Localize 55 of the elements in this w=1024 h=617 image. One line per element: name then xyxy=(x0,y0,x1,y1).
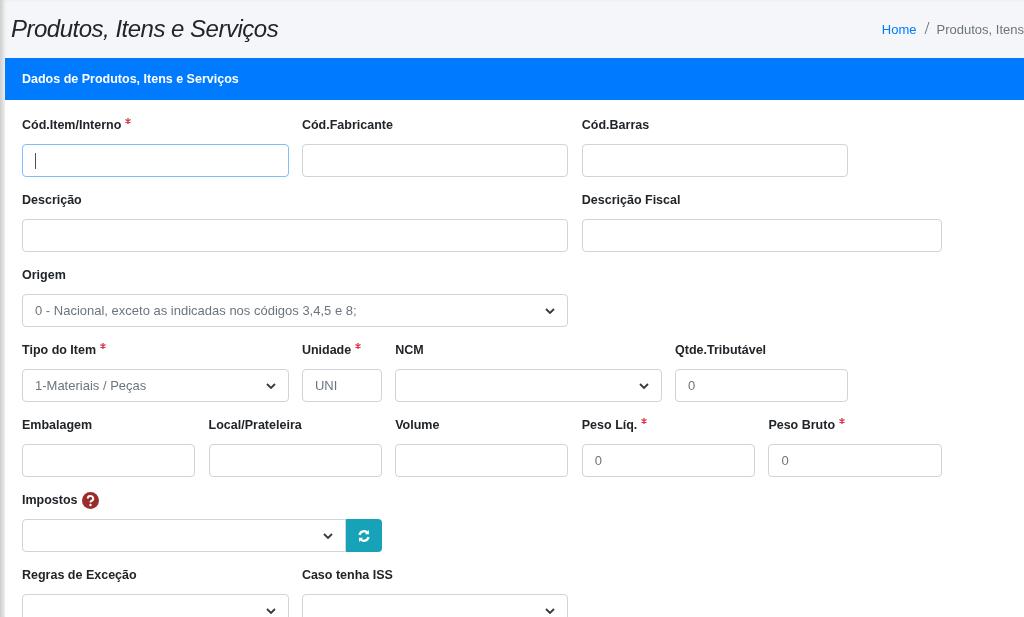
chevron-down-icon xyxy=(322,532,333,539)
chevron-down-icon xyxy=(265,607,276,614)
page-title: Produtos, Itens e Serviços xyxy=(11,15,279,43)
field-label: NCM xyxy=(395,343,424,357)
text-field[interactable] xyxy=(581,144,849,177)
required-asterisk-icon xyxy=(839,418,846,424)
field-label: Caso tenha ISS xyxy=(301,568,393,582)
text-field[interactable]: 0 xyxy=(675,369,849,402)
field-label: Qtde.Tributável xyxy=(675,343,767,357)
field-label: Descrição xyxy=(22,193,82,207)
text-field[interactable] xyxy=(395,444,569,477)
text-field[interactable]: UNI xyxy=(301,369,382,402)
chevron-down-icon xyxy=(638,382,649,389)
field-label: Descrição Fiscal xyxy=(581,193,681,207)
card-title: Dados de Produtos, Itens e Serviços xyxy=(22,72,239,86)
field-label: Impostos xyxy=(22,493,78,507)
select-field[interactable]: 1-Materiais / Peças xyxy=(22,369,289,402)
select-field[interactable] xyxy=(301,594,569,617)
text-field[interactable] xyxy=(208,444,382,477)
select-field[interactable] xyxy=(22,519,346,552)
breadcrumb-link[interactable]: Home xyxy=(881,21,917,37)
refresh-icon xyxy=(356,528,371,543)
required-asterisk-icon xyxy=(125,118,132,124)
field-label: Cód.Fabricante xyxy=(301,118,393,132)
field-label: Peso Líq. xyxy=(581,418,638,432)
field-label: Volume xyxy=(395,418,440,432)
select-field[interactable]: 0 - Nacional, exceto as indicadas nos códigos 3,4,5 e 8; xyxy=(22,294,569,327)
field-label: Tipo do Item xyxy=(22,343,97,357)
required-asterisk-icon xyxy=(641,418,648,424)
chevron-down-icon xyxy=(545,307,556,314)
field-label: Cód.Barras xyxy=(581,118,650,132)
text-field[interactable]: 0 xyxy=(581,444,756,477)
text-field[interactable]: 0 xyxy=(768,444,942,477)
required-asterisk-icon xyxy=(100,343,107,349)
breadcrumb-separator-icon xyxy=(923,21,930,37)
refresh-button[interactable] xyxy=(345,519,382,552)
select-field[interactable] xyxy=(395,369,662,402)
field-label: Cód.Item/Interno xyxy=(22,118,122,132)
text-field[interactable] xyxy=(301,144,569,177)
breadcrumb-current: Produtos, Itens xyxy=(936,21,1024,37)
text-field[interactable] xyxy=(581,219,942,252)
help-icon[interactable] xyxy=(81,491,99,509)
field-label: Unidade xyxy=(301,343,352,357)
chevron-down-icon xyxy=(545,607,556,614)
required-asterisk-icon xyxy=(355,343,362,349)
field-label: Peso Bruto xyxy=(768,418,836,432)
text-cursor xyxy=(35,152,36,169)
chevron-down-icon xyxy=(265,382,276,389)
field-label: Embalagem xyxy=(22,418,93,432)
field-label: Local/Prateleira xyxy=(208,418,302,432)
field-label: Origem xyxy=(22,268,66,282)
field-label: Regras de Exceção xyxy=(22,568,137,582)
text-field[interactable] xyxy=(22,219,569,252)
text-field[interactable] xyxy=(22,444,196,477)
text-field[interactable] xyxy=(22,144,289,177)
